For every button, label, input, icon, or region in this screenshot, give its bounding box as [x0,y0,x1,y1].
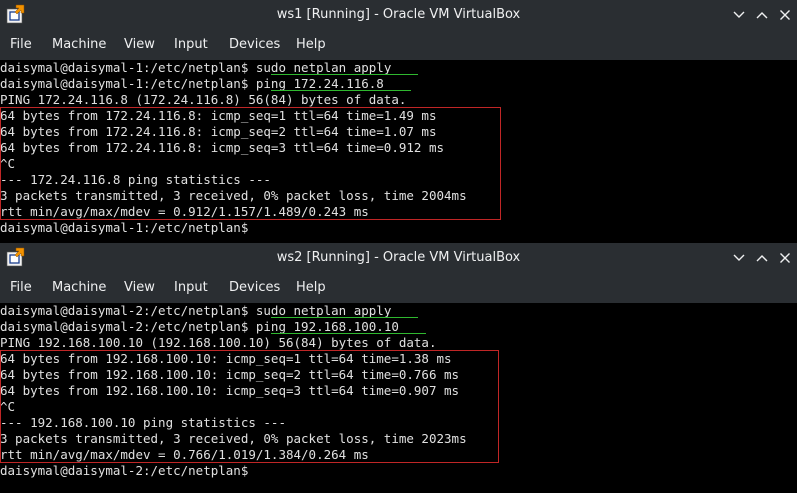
command-underline [271,333,426,334]
menu-help[interactable]: Help [296,280,326,296]
terminal-line: daisymal@daisymal-2:/etc/netplan$ [0,463,248,479]
chevron-down-icon[interactable] [729,5,749,25]
shell-prompt: daisymal@daisymal-2:/etc/netplan$ [0,463,249,478]
highlight-box [0,107,501,220]
command-text: ping 172.24.116.8 [248,76,384,91]
window-title: ws2 [Running] - Oracle VM VirtualBox [276,250,521,265]
window-title: ws1 [Running] - Oracle VM VirtualBox [276,7,521,22]
menu-file[interactable]: File [10,280,32,296]
command-underline [271,74,418,75]
shell-prompt: daisymal@daisymal-2:/etc/netplan$ [0,319,249,334]
command-underline [271,317,418,318]
menu-view[interactable]: View [124,37,155,53]
menu-bar: File Machine View Input Devices Help [0,30,797,60]
menu-machine[interactable]: Machine [52,37,106,53]
menu-help[interactable]: Help [296,37,326,53]
terminal-line: daisymal@daisymal-1:/etc/netplan$ [0,220,248,236]
menu-bar: File Machine View Input Devices Help [0,273,797,303]
command-text: sudo netplan apply [248,303,392,318]
vm-window-ws2: ws2 [Running] - Oracle VM VirtualBox Fil… [0,243,797,493]
chevron-up-icon[interactable] [752,248,772,268]
title-bar[interactable]: ws2 [Running] - Oracle VM VirtualBox [0,243,797,273]
menu-devices[interactable]: Devices [229,37,280,53]
shell-prompt: daisymal@daisymal-1:/etc/netplan$ [0,60,249,75]
command-text: ping 192.168.100.10 [248,319,399,334]
shell-prompt: daisymal@daisymal-1:/etc/netplan$ [0,220,249,235]
terminal-screen[interactable]: daisymal@daisymal-2:/etc/netplan$ sudo n… [0,303,797,493]
close-icon[interactable] [775,5,795,25]
command-text: sudo netplan apply [248,60,392,75]
highlight-box [0,350,499,463]
vm-window-ws1: ws1 [Running] - Oracle VM VirtualBox Fil… [0,0,797,243]
menu-machine[interactable]: Machine [52,280,106,296]
chevron-down-icon[interactable] [729,248,749,268]
close-icon[interactable] [775,248,795,268]
menu-devices[interactable]: Devices [229,280,280,296]
title-bar[interactable]: ws1 [Running] - Oracle VM VirtualBox [0,0,797,30]
chevron-up-icon[interactable] [752,5,772,25]
menu-input[interactable]: Input [174,37,208,53]
menu-file[interactable]: File [10,37,32,53]
menu-input[interactable]: Input [174,280,208,296]
terminal-line: PING 172.24.116.8 (172.24.116.8) 56(84) … [0,92,407,107]
terminal-line: PING 192.168.100.10 (192.168.100.10) 56(… [0,335,437,350]
terminal-screen[interactable]: daisymal@daisymal-1:/etc/netplan$ sudo n… [0,60,797,243]
menu-view[interactable]: View [124,280,155,296]
shell-prompt: daisymal@daisymal-2:/etc/netplan$ [0,303,249,318]
command-underline [271,90,411,91]
shell-prompt: daisymal@daisymal-1:/etc/netplan$ [0,76,249,91]
